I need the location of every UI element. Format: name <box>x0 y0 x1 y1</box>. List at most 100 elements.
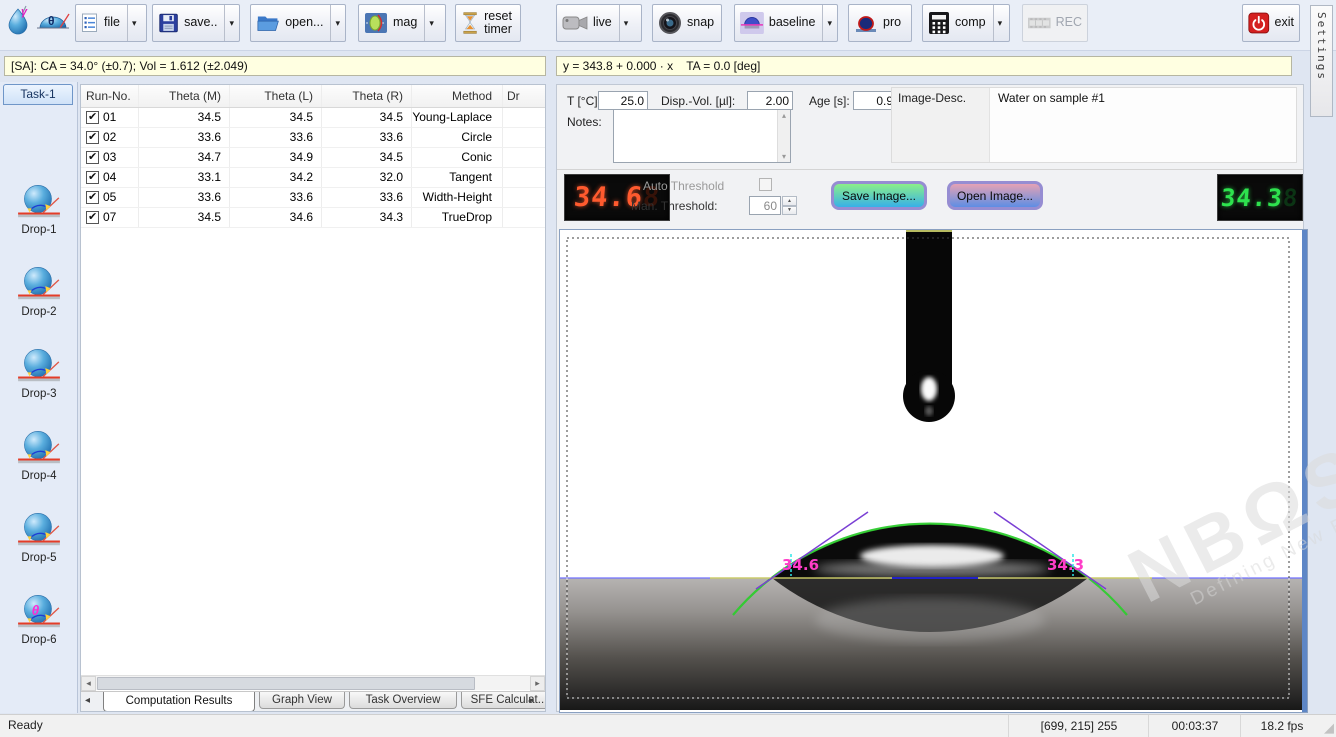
drop-label: Drop-6 <box>21 634 56 646</box>
open-image-button[interactable]: Open Image... <box>947 181 1043 210</box>
save-image-button[interactable]: Save Image... <box>831 181 927 210</box>
table-row[interactable]: 07 34.5 34.6 34.3 TrueDrop <box>81 208 545 228</box>
app-logo-theta-drop-icon: θ <box>36 6 70 34</box>
run-checkbox[interactable] <box>86 211 99 224</box>
save-floppy-icon <box>158 11 179 35</box>
drop-image-frame: 34.6 34.3 <box>559 229 1308 713</box>
open-dropdown-arrow-icon[interactable]: ▾ <box>330 5 340 41</box>
computation-results-panel: Run-No. Theta (M) Theta (L) Theta (R) Me… <box>80 84 546 712</box>
comp-button[interactable]: comp ▾ <box>922 4 1010 42</box>
mag-dropdown-arrow-icon[interactable]: ▾ <box>424 5 434 41</box>
run-checkbox[interactable] <box>86 131 99 144</box>
tab-task-overview[interactable]: Task Overview <box>349 692 457 709</box>
app-logo-gamma-drop-icon: γ <box>4 4 32 36</box>
age-label: Age [s]: <box>809 94 850 108</box>
svg-text:θ: θ <box>32 603 40 618</box>
exit-button-label: exit <box>1275 16 1294 29</box>
method-cell: TrueDrop <box>412 208 503 227</box>
run-checkbox[interactable] <box>86 171 99 184</box>
theta-r-cell: 33.6 <box>322 188 412 207</box>
header-theta-r[interactable]: Theta (R) <box>322 85 412 107</box>
table-row[interactable]: 02 33.6 33.6 33.6 Circle <box>81 128 545 148</box>
pro-button[interactable]: pro <box>848 4 912 42</box>
toolbar: γ θ file ▾ <box>0 0 1336 51</box>
drop-camera-image[interactable]: 34.6 34.3 <box>560 230 1302 710</box>
theta-l-cell: 33.6 <box>230 128 322 147</box>
tab-graph-view[interactable]: Graph View <box>259 692 345 709</box>
comp-dropdown-arrow-icon[interactable]: ▾ <box>993 5 1003 41</box>
sidebar-item-drop-1[interactable]: Drop-1 <box>0 180 78 236</box>
header-method[interactable]: Method <box>412 85 503 107</box>
header-theta-l[interactable]: Theta (L) <box>230 85 322 107</box>
drop-thumbnail-icon <box>16 262 62 304</box>
file-button[interactable]: file ▾ <box>75 4 147 42</box>
image-description-value[interactable]: Water on sample #1 <box>990 88 1296 162</box>
notes-field[interactable]: ▴ ▾ <box>613 109 791 163</box>
sidebar-item-drop-5[interactable]: Drop-5 <box>0 508 78 564</box>
rec-button-label: REC <box>1056 16 1082 29</box>
dispense-volume-field[interactable] <box>747 91 793 110</box>
table-row[interactable]: 05 33.6 33.6 33.6 Width-Height <box>81 188 545 208</box>
divider <box>557 169 1303 170</box>
method-cell: Young-Laplace <box>412 108 503 127</box>
frame-rate: 18.2 fps <box>1240 715 1323 737</box>
baseline-button[interactable]: baseline ▾ <box>734 4 838 42</box>
save-button[interactable]: save.. ▾ <box>152 4 240 42</box>
theta-l-cell: 34.5 <box>230 108 322 127</box>
live-button[interactable]: live ▾ <box>556 4 642 42</box>
left-angle-label: 34.6 <box>782 556 819 574</box>
bottom-tab-strip: ◂ Computation Results Graph View Task Ov… <box>81 691 545 712</box>
magnification-icon <box>364 12 388 34</box>
drop-thumbnail-selected-icon: θ <box>16 590 62 632</box>
sidebar-item-drop-3[interactable]: Drop-3 <box>0 344 78 400</box>
live-dropdown-arrow-icon[interactable]: ▾ <box>619 5 629 41</box>
scroll-right-arrow-icon[interactable]: ▸ <box>530 676 545 691</box>
table-row[interactable]: 03 34.7 34.9 34.5 Conic <box>81 148 545 168</box>
run-checkbox[interactable] <box>86 151 99 164</box>
table-row[interactable]: 01 34.5 34.5 34.5 Young-Laplace <box>81 108 545 128</box>
header-theta-m[interactable]: Theta (M) <box>139 85 230 107</box>
exit-button[interactable]: exit <box>1242 4 1300 42</box>
spinner-down-icon[interactable]: ▼ <box>782 206 797 216</box>
mag-button[interactable]: mag ▾ <box>358 4 446 42</box>
scrollbar-thumb[interactable] <box>97 677 475 690</box>
snap-button-label: snap <box>687 16 714 29</box>
method-cell: Circle <box>412 128 503 147</box>
tab-computation-results[interactable]: Computation Results <box>103 692 255 712</box>
baseline-equation-field: y = 343.8 + 0.000 · x TA = 0.0 [deg] <box>556 56 1292 76</box>
sidebar-item-drop-4[interactable]: Drop-4 <box>0 426 78 482</box>
task-sidebar: Task-1 Drop-1 Drop-2 Drop-3 Drop-4 Drop-… <box>0 82 78 713</box>
baseline-dropdown-arrow-icon[interactable]: ▾ <box>822 5 832 41</box>
run-checkbox[interactable] <box>86 191 99 204</box>
camcorder-icon <box>562 14 588 32</box>
tab-task-1[interactable]: Task-1 <box>3 84 73 105</box>
settings-panel-tab[interactable]: Settings <box>1310 5 1333 117</box>
notes-scroll-down-icon[interactable]: ▾ <box>782 152 786 161</box>
sidebar-item-drop-6[interactable]: θ Drop-6 <box>0 590 78 646</box>
notes-scrollbar[interactable]: ▴ ▾ <box>777 110 790 162</box>
measurement-panel: T [°C]: Disp.-Vol. [µl]: Age [s]: Image-… <box>556 84 1304 712</box>
drop-thumbnail-icon <box>16 426 62 468</box>
header-dr[interactable]: Dr <box>503 85 546 107</box>
resize-grip[interactable]: ◢ <box>1324 720 1334 736</box>
sidebar-item-drop-2[interactable]: Drop-2 <box>0 262 78 318</box>
tab-next-arrow-icon[interactable]: ▸ <box>529 695 534 706</box>
manual-threshold-field[interactable] <box>749 196 781 215</box>
file-dropdown-arrow-icon[interactable]: ▾ <box>127 5 137 41</box>
header-run-no[interactable]: Run-No. <box>81 85 139 107</box>
tab-prev-arrow-icon[interactable]: ◂ <box>85 695 90 706</box>
spinner-up-icon[interactable]: ▲ <box>782 196 797 206</box>
temperature-field[interactable] <box>598 91 648 110</box>
save-dropdown-arrow-icon[interactable]: ▾ <box>224 5 234 41</box>
scroll-left-arrow-icon[interactable]: ◂ <box>81 676 96 691</box>
snap-button[interactable]: snap <box>652 4 722 42</box>
save-button-label: save.. <box>184 16 217 29</box>
svg-text:θ: θ <box>48 14 55 28</box>
theta-r-cell: 33.6 <box>322 128 412 147</box>
table-row[interactable]: 04 33.1 34.2 32.0 Tangent <box>81 168 545 188</box>
open-button[interactable]: open... ▾ <box>250 4 346 42</box>
reset-timer-button[interactable]: reset timer <box>455 4 521 42</box>
notes-scroll-up-icon[interactable]: ▴ <box>782 111 786 120</box>
run-checkbox[interactable] <box>86 111 99 124</box>
table-horizontal-scrollbar[interactable]: ◂ ▸ <box>81 675 545 690</box>
